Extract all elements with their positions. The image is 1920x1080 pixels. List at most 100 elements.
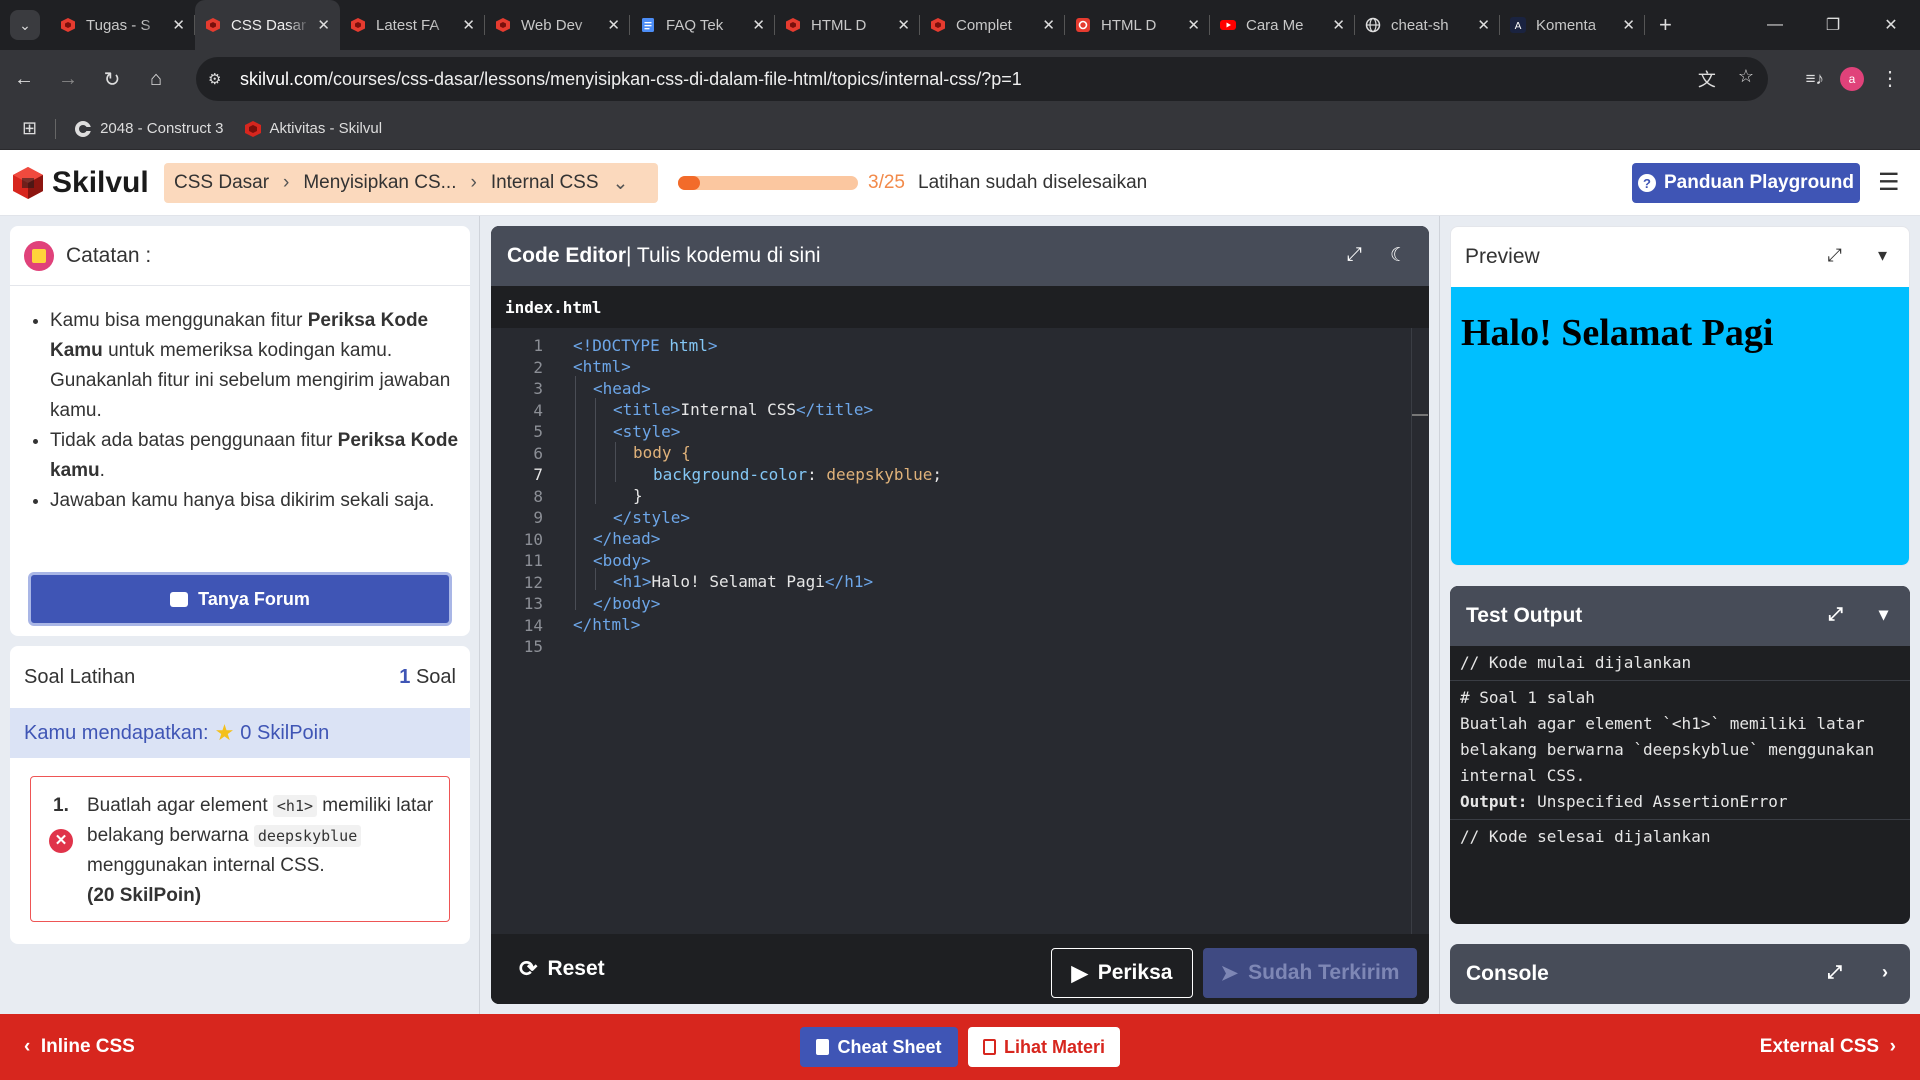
- expand-icon[interactable]: ⤢: [1828, 962, 1842, 983]
- chevron-down-icon[interactable]: ▾: [1878, 245, 1887, 266]
- profile-avatar[interactable]: a: [1840, 66, 1864, 91]
- chevron-right-icon[interactable]: ›: [1882, 962, 1888, 983]
- lesson-footer: ‹ Inline CSS Cheat Sheet Lihat Materi Ex…: [0, 1014, 1920, 1080]
- indent-guide: [575, 376, 576, 610]
- bookmarks-bar: ⊞ 2048 - Construct 3 Aktivitas - Skilvul: [0, 108, 1920, 150]
- bookmark-skilvul[interactable]: Aktivitas - Skilvul: [244, 120, 382, 138]
- close-tab-icon[interactable]: ✕: [462, 16, 475, 34]
- preview-frame[interactable]: Halo! Selamat Pagi: [1451, 287, 1909, 565]
- reset-button[interactable]: ⟳ Reset: [519, 956, 605, 982]
- browser-tab[interactable]: cheat-sh ✕: [1355, 0, 1500, 50]
- line-number: 2: [533, 357, 543, 377]
- chevron-down-icon[interactable]: ▾: [1879, 604, 1888, 625]
- view-material-button[interactable]: Lihat Materi: [968, 1027, 1120, 1067]
- restore-icon[interactable]: ❐: [1804, 0, 1862, 50]
- panel-divider[interactable]: [1439, 216, 1440, 1014]
- close-tab-icon[interactable]: ✕: [897, 16, 910, 34]
- preview-title: Preview: [1465, 245, 1540, 268]
- breadcrumb-course[interactable]: CSS Dasar: [164, 172, 279, 194]
- expand-icon[interactable]: ⤢: [1828, 245, 1842, 266]
- expand-icon[interactable]: ⤢: [1347, 244, 1362, 267]
- scroll-thumb[interactable]: [1412, 414, 1428, 416]
- translate-icon[interactable]: 文: [1698, 66, 1716, 92]
- console-header[interactable]: Console ⤢ ›: [1450, 944, 1910, 1004]
- browser-tab[interactable]: Latest FA ✕: [340, 0, 485, 50]
- close-tab-icon[interactable]: ✕: [317, 16, 330, 34]
- cheat-sheet-button[interactable]: Cheat Sheet: [800, 1027, 958, 1067]
- ask-forum-button[interactable]: Tanya Forum: [28, 572, 452, 626]
- apps-grid-icon[interactable]: ⊞: [22, 118, 37, 139]
- browser-tab[interactable]: Cara Me ✕: [1210, 0, 1355, 50]
- close-window-icon[interactable]: ✕: [1862, 0, 1920, 50]
- browser-tab[interactable]: Tugas - S ✕: [50, 0, 195, 50]
- browser-tab[interactable]: HTML D ✕: [1065, 0, 1210, 50]
- browser-tab[interactable]: Web Dev ✕: [485, 0, 630, 50]
- site-info-icon[interactable]: ⚙: [208, 70, 234, 88]
- new-tab-button[interactable]: +: [1659, 12, 1672, 38]
- close-tab-icon[interactable]: ✕: [1477, 16, 1490, 34]
- reset-label: Reset: [547, 957, 605, 980]
- note-item: Kamu bisa menggunakan fitur Periksa Kode…: [50, 306, 460, 426]
- code-editor-panel: Code Editor | Tulis kodemu di sini ⤢ ☾ i…: [491, 226, 1429, 1004]
- close-tab-icon[interactable]: ✕: [752, 16, 765, 34]
- task-reward: (20 SkilPoin): [87, 885, 202, 906]
- task-number: 1.: [53, 795, 69, 816]
- dark-mode-icon[interactable]: ☾: [1390, 244, 1407, 267]
- forum-button-label: Tanya Forum: [198, 588, 310, 609]
- minimize-icon[interactable]: —: [1746, 0, 1804, 50]
- exercise-title: Soal Latihan: [24, 665, 136, 688]
- chevron-down-icon[interactable]: ⌄: [609, 172, 633, 195]
- back-icon[interactable]: ←: [4, 59, 44, 99]
- close-tab-icon[interactable]: ✕: [172, 16, 185, 34]
- check-code-button[interactable]: ▶ Periksa: [1051, 948, 1193, 998]
- breadcrumb-lesson[interactable]: Menyisipkan CS...: [293, 172, 466, 194]
- file-tab[interactable]: index.html: [491, 286, 1429, 328]
- close-tab-icon[interactable]: ✕: [1042, 16, 1055, 34]
- code-line: body {: [633, 443, 691, 462]
- submitted-label: Sudah Terkirim: [1248, 961, 1400, 984]
- playground-guide-button[interactable]: ? Panduan Playground: [1632, 163, 1860, 203]
- bookmark-star-icon[interactable]: ☆: [1738, 66, 1754, 92]
- expand-icon[interactable]: ⤢: [1829, 604, 1843, 625]
- line-number: 10: [523, 529, 543, 549]
- home-icon[interactable]: ⌂: [136, 59, 176, 99]
- app-header: Skilvul CSS Dasar › Menyisipkan CS... › …: [0, 150, 1920, 216]
- forward-icon[interactable]: →: [48, 59, 88, 99]
- bookmark-construct[interactable]: 2048 - Construct 3: [74, 120, 224, 138]
- prev-lesson-link[interactable]: ‹ Inline CSS: [24, 1036, 135, 1058]
- panel-divider[interactable]: [479, 216, 480, 1014]
- skilvul-logo[interactable]: Skilvul: [10, 165, 149, 201]
- browser-tab[interactable]: A Komenta ✕: [1500, 0, 1645, 50]
- close-tab-icon[interactable]: ✕: [1622, 16, 1635, 34]
- reload-icon[interactable]: ↻: [92, 59, 132, 99]
- url-text: skilvul.com/courses/css-dasar/lessons/me…: [240, 68, 1022, 89]
- close-tab-icon[interactable]: ✕: [607, 16, 620, 34]
- tab-title: cheat-sh: [1391, 16, 1449, 34]
- browser-tab[interactable]: HTML D ✕: [775, 0, 920, 50]
- close-tab-icon[interactable]: ✕: [1187, 16, 1200, 34]
- console-panel: Console ⤢ ›: [1450, 944, 1910, 1004]
- code-area[interactable]: 1 2 3 4 5 6 7 8 9 10 11 12 13 14 15 <!DOCTYPE html> <h…: [491, 328, 1429, 934]
- line-number: 8: [533, 486, 543, 506]
- browser-tab-strip: ⌄ Tugas - S ✕ CSS Dasar ✕ Latest FA ✕ Web Dev ✕…: [0, 0, 1920, 50]
- submitted-button[interactable]: ➤ Sudah Terkirim: [1203, 948, 1417, 998]
- tab-search-icon[interactable]: ⌄: [10, 10, 40, 40]
- indent-guide: [595, 398, 596, 504]
- browser-tab[interactable]: Complet ✕: [920, 0, 1065, 50]
- note-icon: [24, 240, 54, 271]
- next-lesson-link[interactable]: External CSS ›: [1760, 1036, 1896, 1058]
- editor-scrollbar[interactable]: [1411, 328, 1412, 934]
- note-item: Tidak ada batas penggunaan fitur Periksa…: [50, 426, 460, 486]
- construct-icon: [75, 120, 93, 137]
- browser-tab[interactable]: FAQ Tek ✕: [630, 0, 775, 50]
- preview-heading: Halo! Selamat Pagi: [1461, 312, 1774, 354]
- hamburger-menu-icon[interactable]: ☰: [1878, 168, 1900, 197]
- media-control-icon[interactable]: ≡♪: [1806, 69, 1824, 89]
- browser-tab[interactable]: CSS Dasar ✕: [195, 0, 340, 50]
- code-line: background-color: deepskyblue;: [653, 465, 942, 484]
- breadcrumb-topic[interactable]: Internal CSS: [481, 172, 609, 194]
- logo-text: Skilvul: [52, 165, 149, 199]
- browser-menu-icon[interactable]: ⋮: [1880, 66, 1900, 91]
- close-tab-icon[interactable]: ✕: [1332, 16, 1345, 34]
- url-input[interactable]: ⚙ skilvul.com/courses/css-dasar/lessons/…: [196, 57, 1768, 101]
